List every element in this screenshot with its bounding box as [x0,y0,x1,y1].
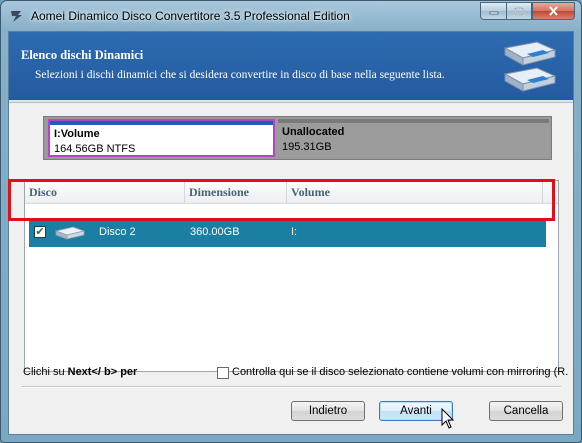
maximize-icon [514,6,524,16]
mouse-pointer-icon [441,408,455,429]
row-checkbox[interactable]: ✔ [34,226,46,238]
header-title: Elenco dischi Dinamici [21,48,144,62]
title-bar[interactable]: Aomei Dinamico Disco Convertitore 3.5 Pr… [1,1,581,31]
disk-convert-icon [503,41,557,92]
partition-name: I:Volume [54,128,100,140]
app-window: Aomei Dinamico Disco Convertitore 3.5 Pr… [0,0,582,443]
cancel-button[interactable]: Cancella [489,401,563,421]
footer-hint: Clichi su Next</ b> per [23,366,137,378]
close-icon [549,6,558,16]
wizard-client: Elenco dischi Dinamici Selezioni i disch… [8,31,574,435]
column-header-volume[interactable]: Volume [287,181,543,203]
footer-divider [21,386,561,388]
table-row[interactable]: ✔ Disco 2 360.00GB I: [29,219,546,247]
header-subtitle: Selezioni i dischi dinamici che si desid… [35,69,445,81]
column-header-spacer [543,181,558,203]
header-band: Elenco dischi Dinamici Selezioni i disch… [9,32,573,100]
partition-usage-bar [278,119,549,123]
partition-volume-i[interactable]: I:Volume 164.56GB NTFS [48,119,275,157]
column-header-dimensione[interactable]: Dimensione [185,181,287,203]
hard-disk-icon [54,226,86,240]
partition-detail: 164.56GB NTFS [54,143,136,155]
partition-name: Unallocated [282,126,345,138]
mirror-checkbox[interactable] [217,367,229,379]
hint-prefix: Clichi su [23,366,68,378]
maximize-button[interactable] [506,2,532,20]
partition-detail: 195.31GB [282,141,332,153]
back-button[interactable]: Indietro [291,401,365,421]
disk-volume: I: [291,226,298,238]
hint-suffix: per [117,366,138,378]
disk-size: 360.00GB [190,226,240,238]
partition-unallocated[interactable]: Unallocated 195.31GB [278,119,549,157]
column-header-disco[interactable]: Disco [25,181,185,203]
hint-bold: Next</ b> [67,366,118,378]
partition-map: I:Volume 164.56GB NTFS Unallocated 195.3… [43,116,552,160]
caption-buttons [480,2,575,21]
partition-usage-bar [50,121,273,125]
list-header: Disco Dimensione Volume [25,181,558,204]
header-divider [9,100,573,103]
disk-name: Disco 2 [99,226,136,238]
app-icon [11,11,22,22]
mirror-checkbox-label[interactable]: Controlla qui se il disco selezionato co… [232,366,568,378]
minimize-button[interactable] [480,2,506,20]
disk-list: Disco Dimensione Volume ✔ Disco 2 360.00… [24,180,559,372]
window-title: Aomei Dinamico Disco Convertitore 3.5 Pr… [31,9,350,23]
minimize-icon [489,11,498,15]
close-button[interactable] [532,2,575,20]
